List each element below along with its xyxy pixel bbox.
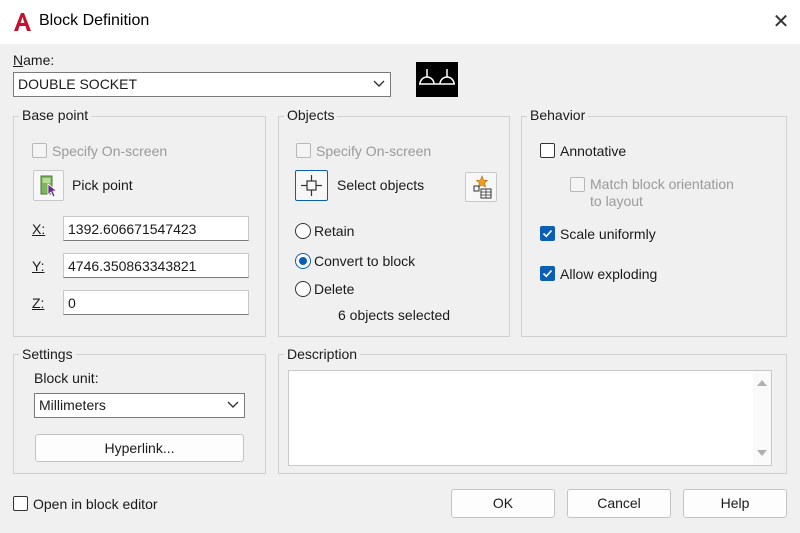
- delete-label: Delete: [314, 281, 355, 297]
- name-combobox[interactable]: DOUBLE SOCKET: [13, 72, 391, 97]
- quick-select-icon: [473, 175, 492, 199]
- open-in-editor-label: Open in block editor: [33, 496, 158, 512]
- annotative-label: Annotative: [560, 143, 627, 159]
- name-label: Name:: [13, 52, 55, 68]
- base-specify-onscreen-checkbox[interactable]: [32, 143, 47, 158]
- name-value: DOUBLE SOCKET: [18, 76, 138, 92]
- match-orientation-label-line2: to layout: [590, 193, 643, 209]
- x-value: 1392.606671547423: [68, 221, 197, 237]
- description-text: [289, 371, 297, 377]
- select-objects-button[interactable]: [295, 170, 328, 201]
- hyperlink-button[interactable]: Hyperlink...: [35, 434, 244, 462]
- cancel-button[interactable]: Cancel: [567, 489, 671, 518]
- annotative-checkbox[interactable]: [540, 143, 555, 158]
- help-button[interactable]: Help: [683, 489, 787, 518]
- block-unit-label: Block unit:: [34, 370, 99, 386]
- quick-select-button[interactable]: [465, 172, 497, 202]
- description-title: Description: [284, 346, 361, 362]
- block-preview: [416, 62, 458, 97]
- z-value: 0: [68, 295, 76, 311]
- scroll-up-icon[interactable]: [755, 377, 769, 389]
- description-textarea[interactable]: [288, 370, 772, 466]
- y-coordinate-input[interactable]: 4746.350863343821: [63, 253, 249, 278]
- pick-point-button[interactable]: [33, 170, 64, 201]
- allow-exploding-checkbox[interactable]: [540, 266, 555, 281]
- window-title: Block Definition: [39, 12, 150, 29]
- block-unit-dropdown[interactable]: Millimeters: [34, 393, 245, 418]
- x-coordinate-input[interactable]: 1392.606671547423: [63, 216, 249, 241]
- pick-point-label: Pick point: [72, 177, 133, 193]
- checkmark-icon: [542, 269, 553, 278]
- retain-label: Retain: [314, 223, 355, 239]
- z-coordinate-input[interactable]: 0: [63, 290, 249, 315]
- pick-point-icon: [40, 175, 59, 198]
- autocad-logo-icon: [12, 11, 32, 33]
- base-point-title: Base point: [19, 107, 92, 123]
- settings-title: Settings: [19, 346, 76, 362]
- block-unit-value: Millimeters: [39, 397, 106, 413]
- x-label: X:: [32, 221, 46, 237]
- delete-radio[interactable]: [295, 281, 311, 297]
- select-objects-label: Select objects: [337, 177, 425, 193]
- z-label: Z:: [32, 295, 45, 311]
- scale-uniformly-checkbox[interactable]: [540, 226, 555, 241]
- convert-to-block-radio[interactable]: [295, 253, 311, 269]
- select-objects-icon: [301, 175, 322, 196]
- base-specify-onscreen-label: Specify On-screen: [52, 143, 168, 159]
- objects-count-text: 6 objects selected: [338, 307, 451, 323]
- objects-specify-onscreen-label: Specify On-screen: [316, 143, 432, 159]
- checkmark-icon: [542, 229, 553, 238]
- y-label: Y:: [32, 258, 45, 274]
- chevron-down-icon: [227, 401, 239, 408]
- retain-radio[interactable]: [295, 223, 311, 239]
- chevron-down-icon: [373, 80, 385, 87]
- scroll-down-icon[interactable]: [755, 447, 769, 459]
- ok-button[interactable]: OK: [451, 489, 555, 518]
- allow-exploding-label: Allow exploding: [560, 266, 658, 282]
- description-scrollbar[interactable]: [753, 371, 771, 465]
- open-in-editor-checkbox[interactable]: [13, 496, 28, 511]
- objects-title: Objects: [284, 107, 338, 123]
- match-orientation-label: Match block orientation: [590, 176, 734, 192]
- convert-to-block-label: Convert to block: [314, 253, 416, 269]
- objects-specify-onscreen-checkbox[interactable]: [296, 143, 311, 158]
- behavior-title: Behavior: [527, 107, 589, 123]
- y-value: 4746.350863343821: [68, 258, 197, 274]
- scale-uniformly-label: Scale uniformly: [560, 226, 656, 242]
- close-icon[interactable]: ✕: [766, 8, 796, 36]
- match-orientation-checkbox[interactable]: [570, 177, 585, 192]
